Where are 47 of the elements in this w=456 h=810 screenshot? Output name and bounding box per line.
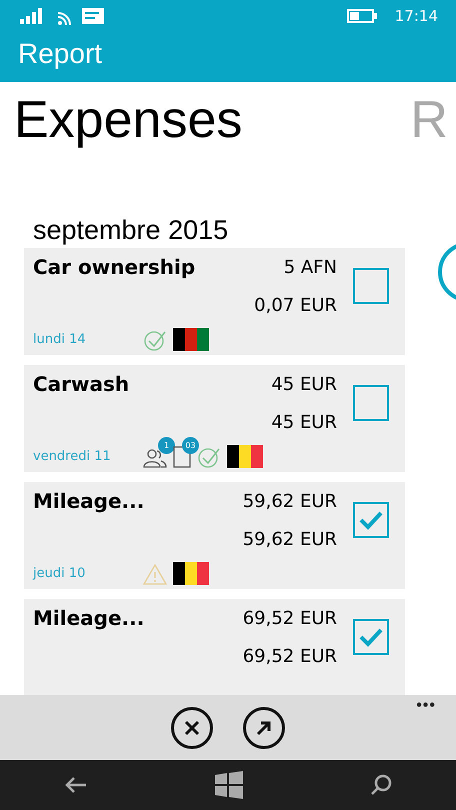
check-icon [358, 626, 384, 648]
count-badge: 03 [182, 436, 199, 454]
clock-time: 17:14 [394, 7, 438, 25]
warning-icon [143, 562, 167, 584]
check-circle-icon [143, 328, 167, 350]
expense-name: Carwash [33, 372, 130, 396]
expense-amount: 69,52 EUR [242, 608, 337, 628]
battery-icon [346, 9, 377, 23]
checkbox[interactable] [353, 619, 389, 655]
group-header: septembre 2015 [32, 214, 230, 247]
expense-card[interactable]: Carwash 45 EUR 45 EUR vendredi 11 1 03 [24, 365, 405, 472]
expense-date: lundi 14 [33, 332, 87, 347]
close-button[interactable] [171, 707, 213, 749]
check-circle-icon [197, 446, 221, 468]
expense-amount: 59,62 EUR [242, 490, 337, 512]
more-button[interactable]: ••• [416, 697, 436, 715]
expense-card[interactable]: Mileage... 59,62 EUR 59,62 EUR jeudi 10 [24, 482, 405, 589]
expense-amount: 45 EUR [271, 374, 337, 394]
close-icon [183, 719, 201, 737]
expense-name: Car ownership [33, 255, 196, 279]
back-icon [64, 776, 88, 794]
expense-card[interactable]: Mileage... 69,52 EUR 69,52 EUR [24, 599, 405, 695]
converted-amount: 59,62 EUR [242, 528, 337, 550]
expense-date: jeudi 10 [33, 566, 86, 581]
converted-amount: 69,52 EUR [242, 646, 337, 666]
flag-icon [173, 562, 209, 585]
expense-card[interactable]: Car ownership 5 AFN 0,07 EUR lundi 14 [24, 248, 405, 355]
expense-date: vendredi 11 [33, 449, 112, 464]
check-icon [358, 509, 384, 531]
checkbox[interactable] [353, 268, 389, 304]
converted-amount: 45 EUR [271, 412, 337, 432]
checkbox[interactable] [353, 385, 389, 421]
windows-icon [214, 771, 243, 799]
count-badge: 1 [158, 436, 175, 454]
converted-amount: 0,07 EUR [254, 294, 337, 316]
arrow-icon [255, 719, 273, 737]
expense-name: Mileage... [33, 489, 146, 513]
expense-name: Mileage... [33, 606, 146, 630]
pivot-tab[interactable]: Expenses [14, 90, 242, 182]
message-icon [82, 8, 104, 24]
search-icon [370, 774, 392, 796]
flag-icon [227, 445, 263, 468]
page-title: Report [18, 37, 104, 71]
checkbox[interactable] [353, 502, 389, 538]
share-button[interactable] [243, 707, 285, 749]
flag-icon [173, 328, 209, 351]
expense-amount: 5 AFN [282, 256, 337, 278]
